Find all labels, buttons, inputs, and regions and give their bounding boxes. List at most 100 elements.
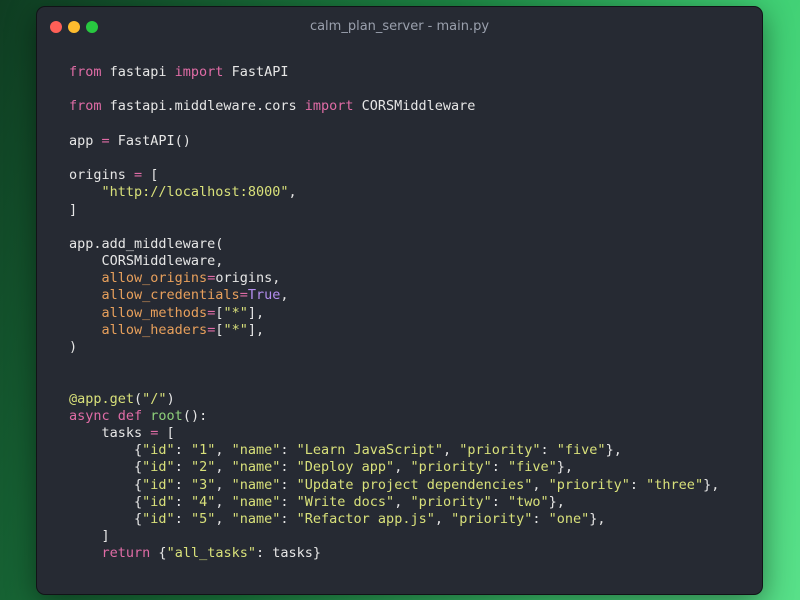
- punctuation-token: },: [556, 459, 574, 476]
- code-line[interactable]: {"id": "2", "name": "Deploy app", "prior…: [69, 459, 752, 476]
- code-line[interactable]: "http://localhost:8000",: [69, 184, 752, 201]
- identifier-token: fastapi: [101, 64, 175, 80]
- title-bar[interactable]: calm_plan_server - main.py: [37, 7, 762, 49]
- identifier-token: [69, 322, 102, 338]
- identifier-token: CORSMiddleware,: [69, 253, 224, 270]
- string-token: "id": [142, 493, 175, 510]
- string-token: "name": [231, 493, 281, 510]
- punctuation-token: :: [532, 510, 549, 527]
- punctuation-token: :: [280, 493, 297, 510]
- punctuation-token: :: [174, 510, 191, 527]
- punctuation-token: {: [150, 545, 167, 562]
- punctuation-token: [: [142, 167, 159, 184]
- identifier-token: FastAPI: [223, 64, 289, 80]
- code-view[interactable]: from fastapi import FastAPI from fastapi.…: [69, 64, 752, 562]
- punctuation-token: ,: [288, 184, 297, 201]
- identifier-token: [69, 442, 134, 458]
- punctuation-token: :: [280, 442, 297, 459]
- code-line[interactable]: ): [69, 339, 752, 356]
- editor-window: calm_plan_server - main.py from fastapi …: [36, 6, 763, 595]
- string-token: "name": [231, 459, 281, 476]
- punctuation-token: ],: [247, 321, 265, 338]
- punctuation-token: ,: [532, 476, 549, 493]
- string-token: "3": [190, 476, 216, 493]
- code-line[interactable]: @app.get("/"): [69, 391, 752, 408]
- code-line[interactable]: app.add_middleware(: [69, 236, 752, 253]
- identifier-token: CORSMiddleware: [353, 98, 476, 115]
- identifier-token: [69, 545, 102, 561]
- keyword-token: from: [69, 64, 102, 80]
- code-line[interactable]: from fastapi.middleware.cors import CORS…: [69, 98, 752, 115]
- string-token: "five": [508, 459, 557, 476]
- code-line[interactable]: allow_headers=["*"],: [69, 322, 752, 339]
- punctuation-token: :: [174, 442, 191, 459]
- string-token: "1": [190, 442, 216, 459]
- punctuation-token: :: [174, 476, 191, 493]
- code-line[interactable]: [69, 150, 752, 167]
- string-token: "name": [231, 510, 281, 527]
- code-line[interactable]: allow_methods=["*"],: [69, 305, 752, 322]
- string-token: "name": [231, 476, 281, 493]
- code-line[interactable]: allow_credentials=True,: [69, 287, 752, 304]
- argument-token: allow_methods: [101, 304, 208, 321]
- punctuation-token: {: [134, 459, 143, 476]
- identifier-token: [69, 528, 102, 544]
- code-line[interactable]: [69, 116, 752, 133]
- code-line[interactable]: ]: [69, 528, 752, 545]
- string-token: "id": [142, 442, 175, 459]
- punctuation-token: ,: [215, 510, 232, 527]
- identifier-token: [69, 511, 134, 527]
- punctuation-token: :: [540, 442, 557, 459]
- decorator-token: @app.get: [69, 390, 135, 407]
- code-line[interactable]: ]: [69, 202, 752, 219]
- code-line[interactable]: {"id": "4", "name": "Write docs", "prior…: [69, 494, 752, 511]
- string-token: "*": [223, 321, 248, 338]
- code-line[interactable]: tasks = [: [69, 425, 752, 442]
- code-line[interactable]: CORSMiddleware,: [69, 253, 752, 270]
- punctuation-token: ,: [215, 459, 232, 476]
- punctuation-token: ]: [69, 201, 78, 218]
- punctuation-token: [: [158, 424, 175, 441]
- code-line[interactable]: async def root():: [69, 408, 752, 425]
- identifier-token: origins: [69, 167, 135, 184]
- punctuation-token: :: [174, 493, 191, 510]
- code-line[interactable]: return {"all_tasks": tasks}: [69, 545, 752, 562]
- punctuation-token: (: [134, 390, 143, 407]
- code-line[interactable]: from fastapi import FastAPI: [69, 64, 752, 81]
- string-token: "/": [142, 390, 167, 407]
- punctuation-token: :: [280, 459, 297, 476]
- code-line[interactable]: [69, 219, 752, 236]
- code-line[interactable]: {"id": "1", "name": "Learn JavaScript", …: [69, 442, 752, 459]
- string-token: "Update project dependencies": [296, 476, 533, 493]
- code-line[interactable]: app = FastAPI(): [69, 133, 752, 150]
- string-token: "priority": [548, 476, 630, 493]
- identifier-token: FastAPI(): [109, 132, 191, 149]
- code-line[interactable]: [69, 356, 752, 373]
- punctuation-token: {: [134, 510, 143, 527]
- string-token: "http://localhost:8000": [101, 184, 289, 201]
- identifier-token: [69, 287, 102, 303]
- identifier-token: [69, 184, 102, 200]
- punctuation-token: ,: [394, 459, 411, 476]
- string-token: "5": [190, 510, 216, 527]
- function-name-token: root: [150, 407, 183, 424]
- identifier-token: [69, 494, 134, 510]
- punctuation-token: :: [280, 476, 297, 493]
- code-line[interactable]: [69, 81, 752, 98]
- code-line[interactable]: [69, 373, 752, 390]
- identifier-token: tasks: [69, 424, 151, 441]
- code-line[interactable]: {"id": "5", "name": "Refactor app.js", "…: [69, 511, 752, 528]
- code-line[interactable]: origins = [: [69, 167, 752, 184]
- string-token: "three": [646, 476, 704, 493]
- punctuation-token: ,: [280, 287, 289, 304]
- code-line[interactable]: allow_origins=origins,: [69, 270, 752, 287]
- punctuation-token: ,: [442, 442, 460, 459]
- punctuation-token: ,: [394, 493, 411, 510]
- keyword-token: import: [174, 64, 224, 80]
- code-line[interactable]: {"id": "3", "name": "Update project depe…: [69, 477, 752, 494]
- string-token: "priority": [410, 493, 492, 510]
- keyword-token: from: [69, 98, 102, 115]
- string-token: "id": [142, 510, 175, 527]
- punctuation-token: {: [134, 493, 143, 510]
- operator-token: =: [239, 287, 248, 304]
